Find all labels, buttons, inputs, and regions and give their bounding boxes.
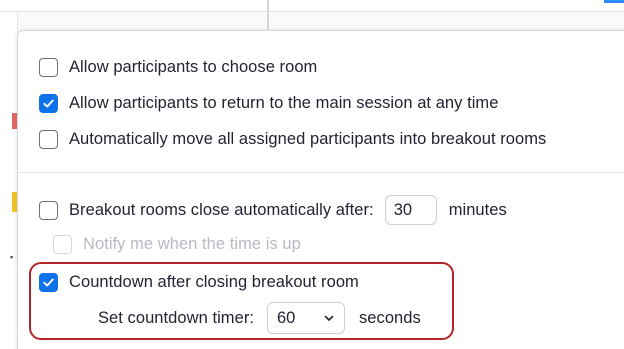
check-icon bbox=[43, 99, 54, 107]
countdown-checkbox[interactable] bbox=[39, 272, 58, 292]
option-auto-move[interactable]: Automatically move all assigned particip… bbox=[39, 127, 546, 151]
timer-unit: seconds bbox=[359, 308, 421, 327]
option-close-auto[interactable]: Breakout rooms close automatically after… bbox=[39, 195, 507, 225]
option-return-main[interactable]: Allow participants to return to the main… bbox=[39, 91, 498, 115]
choose-room-label: Allow participants to choose room bbox=[69, 57, 318, 76]
option-choose-room[interactable]: Allow participants to choose room bbox=[39, 55, 317, 79]
return-main-checkbox[interactable] bbox=[39, 93, 58, 113]
section-divider bbox=[17, 172, 624, 173]
close-minutes-input[interactable]: 30 bbox=[384, 195, 437, 225]
background-accent-strip bbox=[604, 0, 624, 3]
option-notify: Notify me when the time is up bbox=[53, 232, 301, 256]
timer-select-value: 60 bbox=[277, 308, 296, 327]
option-timer: Set countdown timer: 60 seconds bbox=[98, 302, 421, 334]
background-left-pane bbox=[0, 12, 18, 349]
timer-select[interactable]: 60 bbox=[267, 302, 345, 334]
close-auto-checkbox[interactable] bbox=[39, 200, 58, 220]
close-minutes-unit: minutes bbox=[448, 200, 507, 219]
option-countdown[interactable]: Countdown after closing breakout room bbox=[39, 270, 359, 294]
background-divider bbox=[267, 0, 269, 30]
countdown-label: Countdown after closing breakout room bbox=[69, 272, 359, 291]
close-auto-label: Breakout rooms close automatically after… bbox=[69, 200, 374, 219]
chevron-down-icon bbox=[324, 315, 334, 321]
auto-move-checkbox[interactable] bbox=[39, 129, 58, 149]
check-icon bbox=[43, 278, 54, 286]
notify-label: Notify me when the time is up bbox=[83, 234, 301, 253]
auto-move-label: Automatically move all assigned particip… bbox=[69, 129, 547, 148]
background-toolbar bbox=[0, 0, 624, 12]
timer-label: Set countdown timer: bbox=[98, 308, 254, 327]
return-main-label: Allow participants to return to the main… bbox=[69, 93, 499, 112]
notify-checkbox bbox=[53, 234, 72, 254]
screen: ▪ Allow participants to choose room Allo… bbox=[0, 0, 624, 349]
choose-room-checkbox[interactable] bbox=[39, 57, 58, 77]
background-glyph: ▪ bbox=[10, 252, 14, 262]
